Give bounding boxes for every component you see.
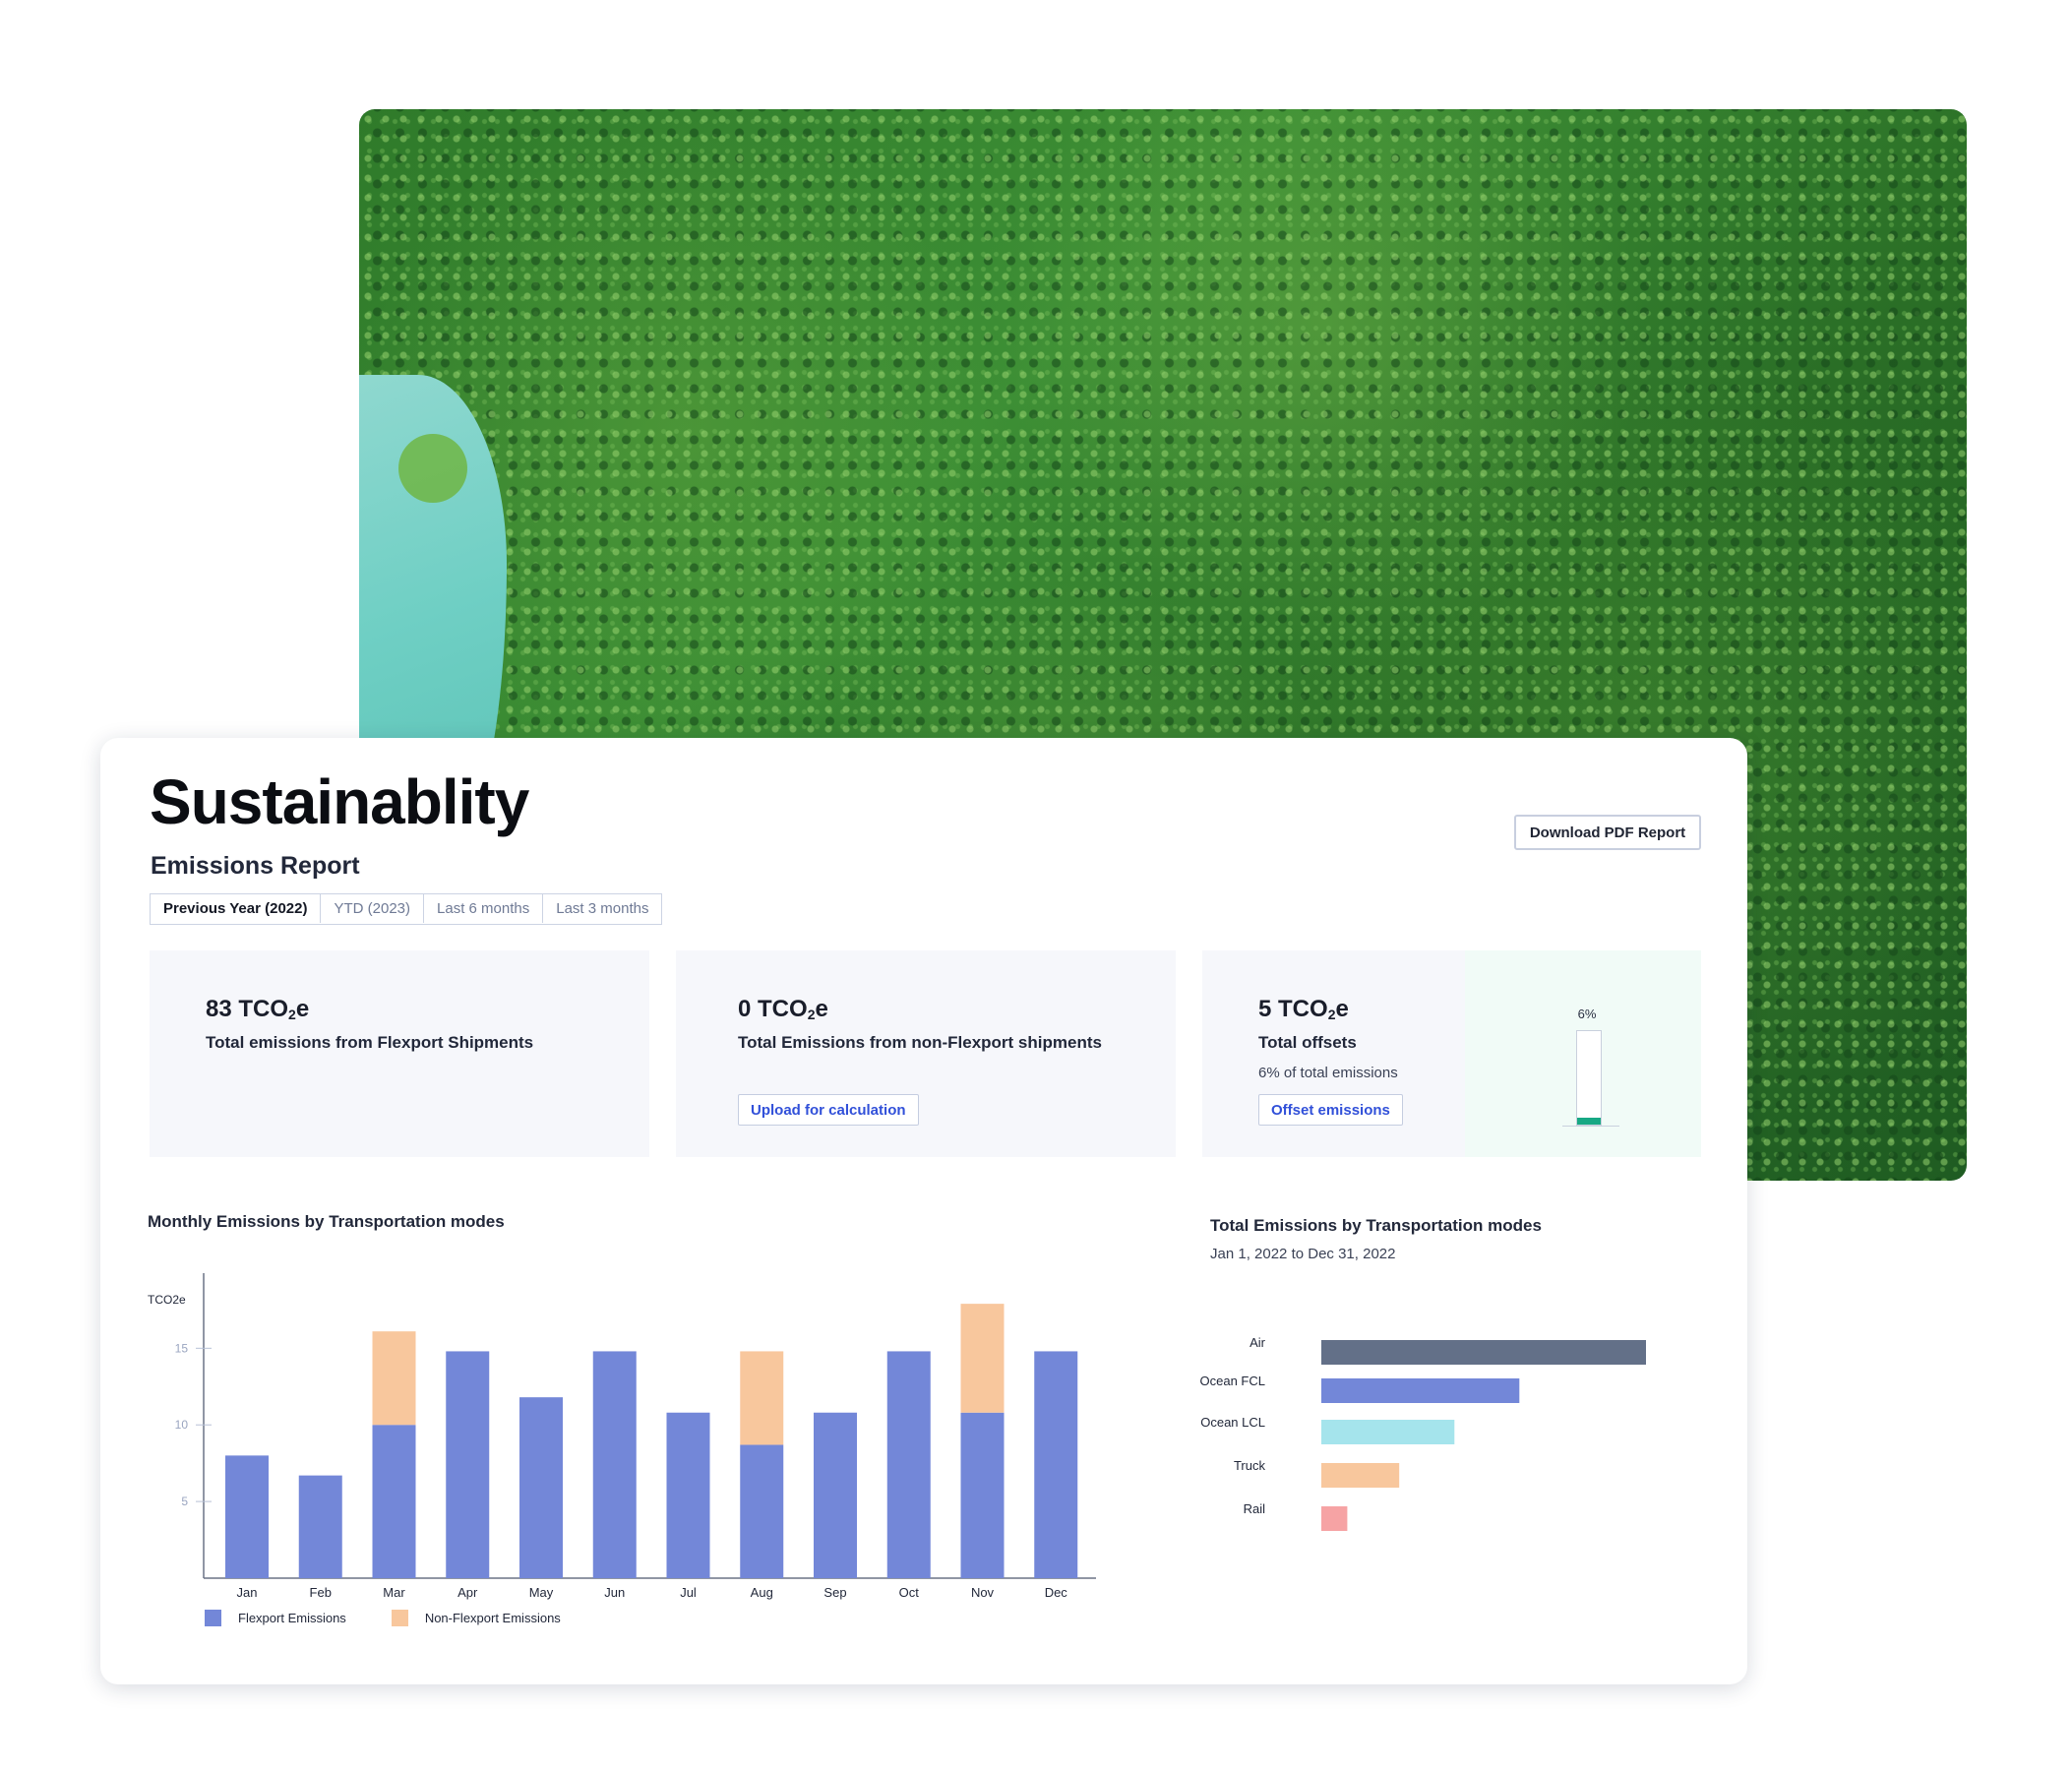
mode-label: Rail (1244, 1501, 1266, 1516)
bar-flexport-aug (740, 1444, 784, 1578)
x-tick-label: Apr (457, 1585, 478, 1600)
x-tick-label: May (529, 1585, 554, 1600)
x-tick-label: Sep (823, 1585, 846, 1600)
bar-mode-ocean-fcl (1321, 1378, 1520, 1403)
x-tick-label: Jul (680, 1585, 697, 1600)
y-tick-label: 5 (181, 1495, 188, 1508)
legend-label-flexport: Flexport Emissions (238, 1611, 346, 1625)
bar-flexport-dec (1034, 1351, 1078, 1578)
bar-non-flexport-nov (960, 1304, 1005, 1413)
y-tick-label: 15 (175, 1341, 189, 1355)
legend-item-flexport: Flexport Emissions (205, 1610, 346, 1626)
legend-label-non-flexport: Non-Flexport Emissions (424, 1611, 561, 1625)
y-axis-label: TCO2e (148, 1293, 186, 1307)
sustainability-card: Sustainablity Emissions Report Download … (100, 738, 1747, 1684)
bar-mode-ocean-lcl (1321, 1420, 1455, 1444)
bar-flexport-may (519, 1397, 563, 1578)
x-tick-label: Mar (383, 1585, 405, 1600)
bar-flexport-apr (446, 1351, 490, 1578)
bar-flexport-feb (298, 1475, 342, 1578)
x-tick-label: Feb (310, 1585, 332, 1600)
totals-date-range: Jan 1, 2022 to Dec 31, 2022 (1210, 1246, 1396, 1262)
legend-swatch-non-flexport (391, 1610, 408, 1626)
y-tick-label: 10 (175, 1418, 189, 1432)
bar-flexport-mar (372, 1425, 416, 1578)
mode-label: Truck (1234, 1458, 1266, 1473)
x-tick-label: Nov (971, 1585, 995, 1600)
legend-swatch-flexport (205, 1610, 221, 1626)
bar-flexport-sep (814, 1412, 857, 1578)
x-tick-label: Dec (1045, 1585, 1068, 1600)
bar-mode-rail (1321, 1506, 1348, 1531)
mode-label: Air (1249, 1335, 1266, 1350)
x-tick-label: Jun (604, 1585, 625, 1600)
mode-label: Ocean LCL (1200, 1415, 1265, 1430)
x-tick-label: Aug (751, 1585, 773, 1600)
legend-item-non-flexport: Non-Flexport Emissions (391, 1610, 561, 1626)
bar-flexport-nov (960, 1412, 1005, 1578)
bar-non-flexport-mar (372, 1331, 416, 1426)
bar-flexport-oct (886, 1351, 931, 1578)
x-tick-label: Oct (899, 1585, 920, 1600)
monthly-chart-legend: Flexport Emissions Non-Flexport Emission… (205, 1610, 606, 1626)
bar-mode-air (1321, 1340, 1646, 1365)
bar-flexport-jul (666, 1412, 710, 1578)
bar-flexport-jun (592, 1351, 637, 1578)
monthly-emissions-chart: TCO2e 5 10 15 Jan Feb Mar Apr May Jun Jul Aug Sep Oct… (148, 1273, 1646, 1600)
bar-mode-truck (1321, 1463, 1400, 1488)
x-tick-label: Jan (237, 1585, 258, 1600)
bar-flexport-jan (225, 1455, 269, 1578)
totals-chart-title: Total Emissions by Transportation modes (1210, 1216, 1542, 1235)
bar-non-flexport-aug (740, 1351, 784, 1445)
mode-label: Ocean FCL (1200, 1374, 1265, 1388)
